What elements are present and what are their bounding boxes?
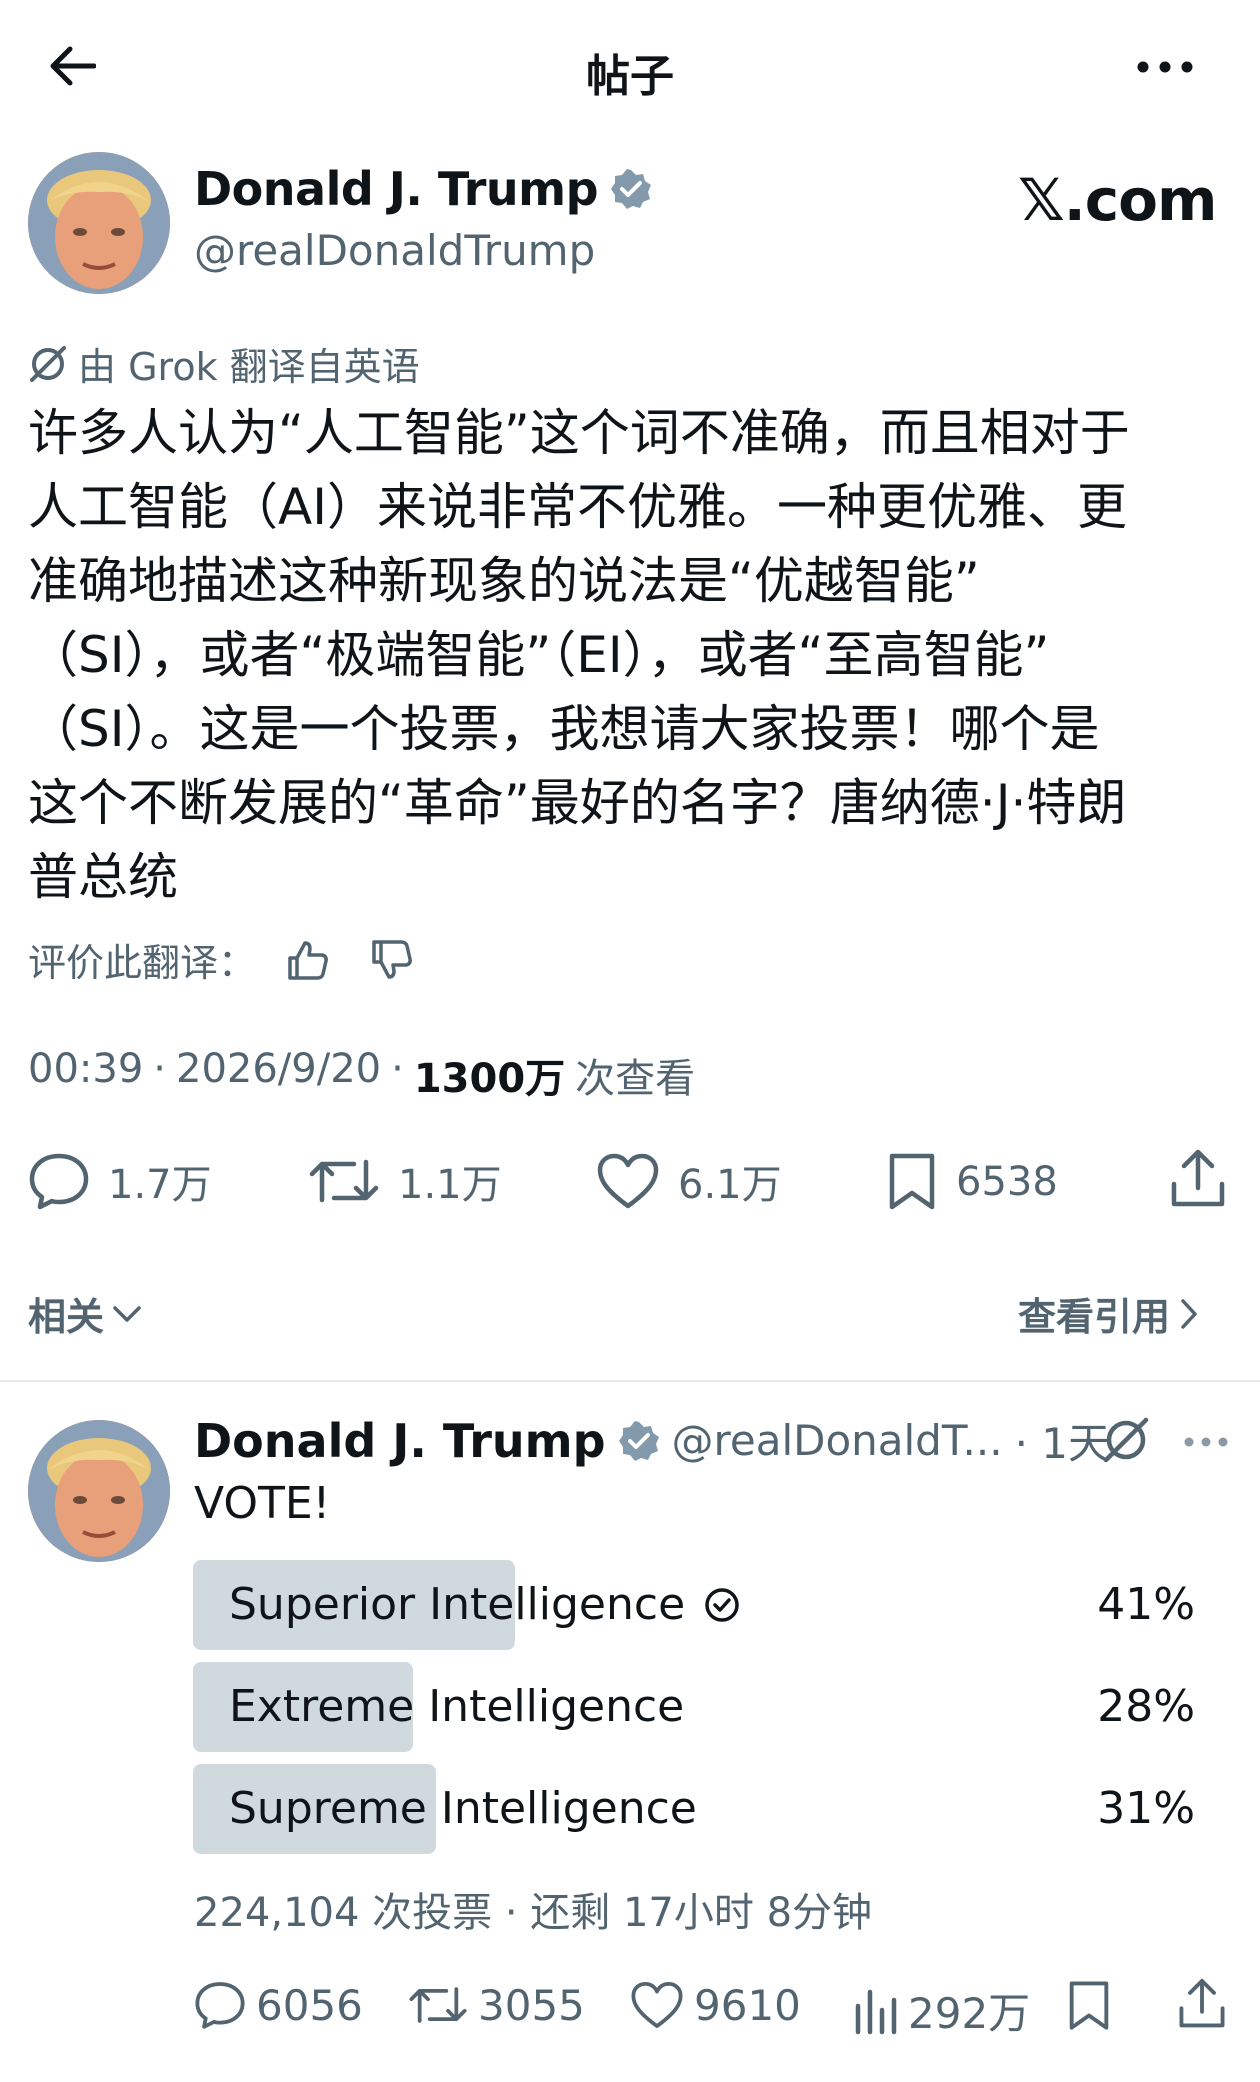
- reply-text: VOTE!: [194, 1478, 331, 1529]
- verified-badge-icon: [611, 169, 652, 209]
- view-quotes-link[interactable]: 查看引用: [1018, 1286, 1200, 1341]
- verified-badge-icon: [618, 1420, 659, 1461]
- post-date[interactable]: 2026/9/20: [176, 1046, 381, 1104]
- views-label: 次查看: [575, 1056, 696, 1102]
- poll-option-label: Supreme Intelligence: [229, 1783, 697, 1834]
- rate-translation-label: 评价此翻译：: [28, 941, 257, 985]
- more-horizontal-icon: [1184, 1437, 1228, 1447]
- reply-repost-action[interactable]: 3055: [408, 1980, 585, 2030]
- bookmark-icon: [889, 1153, 935, 1210]
- reply-grok-button[interactable]: [1100, 1414, 1152, 1470]
- heart-icon: [597, 1153, 659, 1209]
- heart-icon: [631, 1982, 683, 2028]
- check-circle-icon: [705, 1588, 739, 1622]
- grok-icon: [30, 345, 66, 382]
- more-horizontal-icon: [1137, 61, 1193, 73]
- repost-count: 1.1万: [398, 1162, 502, 1208]
- reply-share-button[interactable]: [1178, 1976, 1226, 2036]
- reply-avatar[interactable]: [28, 1420, 170, 1562]
- reply-repost-count: 3055: [478, 1980, 585, 2030]
- reply-like-count: 9610: [694, 1980, 801, 2030]
- reply-icon: [195, 1982, 245, 2029]
- reply-header: Donald J. Trump @realDonaldT... · 1天: [194, 1410, 1110, 1471]
- reply-views-action[interactable]: 292万: [852, 1980, 1030, 2041]
- share-button[interactable]: [1170, 1148, 1226, 1214]
- related-toggle[interactable]: 相关: [28, 1286, 142, 1341]
- reply-icon: [29, 1153, 89, 1210]
- reply-count: 1.7万: [108, 1162, 212, 1208]
- reply-more-button[interactable]: [1184, 1432, 1228, 1451]
- post-time[interactable]: 00:39: [28, 1046, 143, 1104]
- chevron-right-icon: [1181, 1298, 1197, 1329]
- reply-author-handle[interactable]: @realDonaldT...: [672, 1416, 1003, 1465]
- author-name[interactable]: Donald J. Trump: [194, 162, 599, 216]
- poll-summary: 224,104 次投票 · 还剩 17小时 8分钟: [194, 1890, 873, 1936]
- section-divider: [0, 1380, 1260, 1382]
- reply-like-action[interactable]: 9610: [630, 1980, 801, 2030]
- reply-bookmark-button[interactable]: [1066, 1980, 1112, 2036]
- more-button[interactable]: [1130, 42, 1200, 92]
- poll-option[interactable]: Superior Intelligence 41%: [193, 1560, 1203, 1650]
- page-title: 帖子: [586, 51, 674, 102]
- bookmark-count: 6538: [956, 1159, 1058, 1205]
- thumbs-down-icon[interactable]: [370, 938, 414, 982]
- avatar-image: [28, 152, 170, 294]
- author-handle[interactable]: @realDonaldTrump: [194, 226, 595, 275]
- avatar[interactable]: [28, 152, 170, 294]
- reply-reply-action[interactable]: 6056: [194, 1980, 363, 2030]
- poll-option-label: Superior Intelligence: [229, 1579, 686, 1630]
- reply-author-name[interactable]: Donald J. Trump: [194, 1414, 606, 1468]
- grok-icon: [1103, 1417, 1149, 1463]
- bookmark-action[interactable]: 6538: [886, 1152, 1058, 1212]
- poll-option[interactable]: Supreme Intelligence 31%: [193, 1764, 1203, 1854]
- reply-views-count: 292万: [908, 1989, 1031, 2038]
- share-icon: [1179, 1978, 1225, 2028]
- poll-option-percent: 41%: [1097, 1579, 1195, 1630]
- bookmark-icon: [1069, 1981, 1109, 2030]
- poll-option-label: Extreme Intelligence: [229, 1681, 685, 1732]
- avatar-image: [28, 1420, 170, 1562]
- like-action[interactable]: 6.1万: [596, 1152, 782, 1210]
- repost-icon: [309, 1159, 379, 1203]
- poll-option-percent: 28%: [1097, 1681, 1195, 1732]
- thumbs-up-icon[interactable]: [286, 938, 330, 982]
- chevron-down-icon: [113, 1305, 141, 1322]
- related-label: 相关: [28, 1295, 105, 1339]
- repost-icon: [409, 1987, 467, 2023]
- translation-notice-text: 由 Grok 翻译自英语: [78, 345, 420, 389]
- translation-notice: 由 Grok 翻译自英语: [28, 336, 420, 391]
- top-bar: 帖子: [0, 0, 1260, 130]
- poll-option-percent: 31%: [1097, 1783, 1195, 1834]
- post-meta: 00:39 · 2026/9/20 · 1300万 次查看: [28, 1046, 696, 1104]
- post-body: 许多人认为“人工智能”这个词不准确，而且相对于 人工智能（AI）来说非常不优雅。…: [28, 404, 1130, 906]
- reply-time[interactable]: · 1天: [1015, 1410, 1110, 1471]
- repost-action[interactable]: 1.1万: [308, 1152, 502, 1210]
- poll-option[interactable]: Extreme Intelligence 28%: [193, 1662, 1203, 1752]
- like-count: 6.1万: [678, 1162, 782, 1208]
- rate-translation: 评价此翻译：: [28, 932, 414, 987]
- share-icon: [1171, 1149, 1225, 1207]
- author-name-row: Donald J. Trump: [194, 162, 652, 216]
- analytics-icon: [855, 1989, 897, 2034]
- reply-action[interactable]: 1.7万: [28, 1152, 212, 1210]
- reply-reply-count: 6056: [256, 1980, 363, 2030]
- view-quotes-label: 查看引用: [1018, 1295, 1171, 1339]
- x-watermark: 𝕏.com: [1018, 166, 1217, 234]
- views-count: 1300万: [413, 1056, 566, 1102]
